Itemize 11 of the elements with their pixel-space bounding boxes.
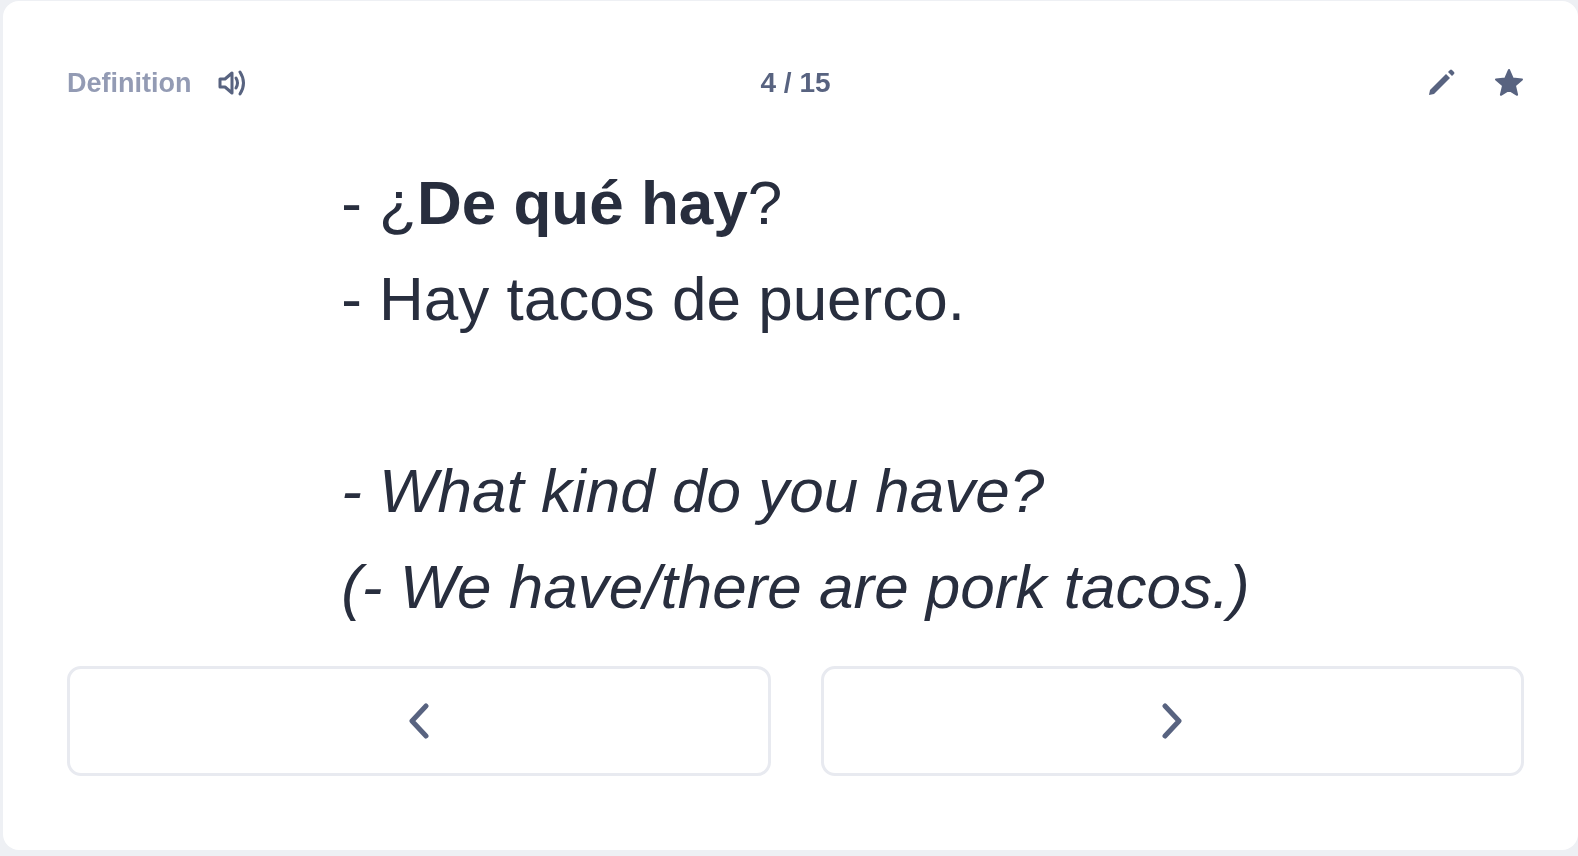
term-line: - ¿De qué hay? [341,167,784,239]
speaker-icon[interactable] [217,68,248,98]
star-icon[interactable] [1494,68,1524,98]
chevron-right-icon [1161,703,1184,739]
chevron-left-icon [407,703,430,739]
translation-line: (- We have/there are pork tacos.) [341,551,1250,623]
pencil-icon[interactable] [1426,68,1456,98]
card-counter: 4 / 15 [760,67,831,99]
side-label: Definition [67,67,192,99]
term-line: - Hay tacos de puerco. [341,263,966,335]
translation-line: - What kind do you have? [341,455,1046,527]
